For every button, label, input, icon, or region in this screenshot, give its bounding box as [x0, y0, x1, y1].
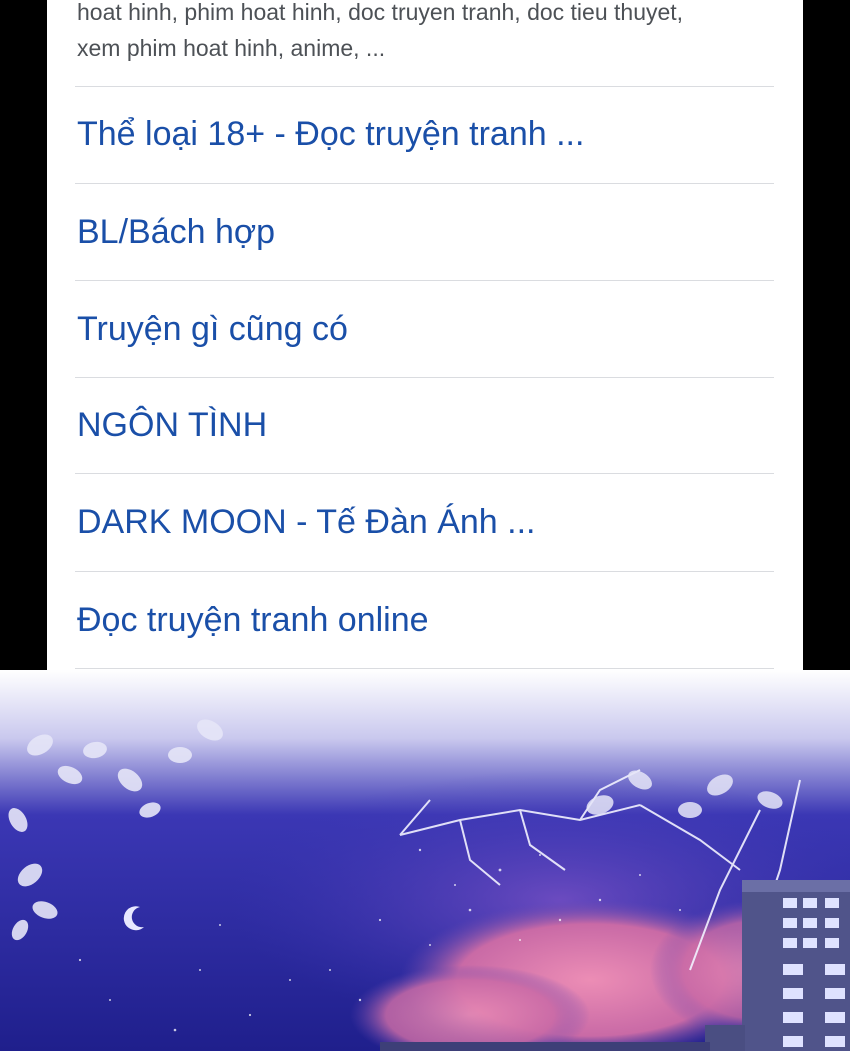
- divider: [75, 280, 774, 281]
- related-link-1[interactable]: Thể loại 18+ - Đọc truyện tranh ...: [77, 114, 584, 154]
- divider: [75, 668, 774, 669]
- snippet-line-1: hoat hinh, phim hoat hinh, doc truyen tr…: [77, 0, 684, 25]
- night-sky-illustration: [0, 670, 850, 1051]
- divider: [75, 183, 774, 184]
- search-results-card: hoat hinh, phim hoat hinh, doc truyen tr…: [47, 0, 803, 670]
- divider: [75, 571, 774, 572]
- related-link-4[interactable]: NGÔN TÌNH: [77, 405, 267, 445]
- divider: [75, 473, 774, 474]
- related-link-2[interactable]: BL/Bách hợp: [77, 212, 275, 252]
- divider: [75, 86, 774, 87]
- related-link-5[interactable]: DARK MOON - Tế Đàn Ánh ...: [77, 502, 536, 542]
- result-snippet: hoat hinh, phim hoat hinh, doc truyen tr…: [77, 0, 777, 66]
- related-link-6[interactable]: Đọc truyện tranh online: [77, 600, 429, 640]
- snippet-line-2: xem phim hoat hinh, anime, ...: [77, 35, 386, 61]
- related-link-3[interactable]: Truyện gì cũng có: [77, 309, 348, 349]
- divider: [75, 377, 774, 378]
